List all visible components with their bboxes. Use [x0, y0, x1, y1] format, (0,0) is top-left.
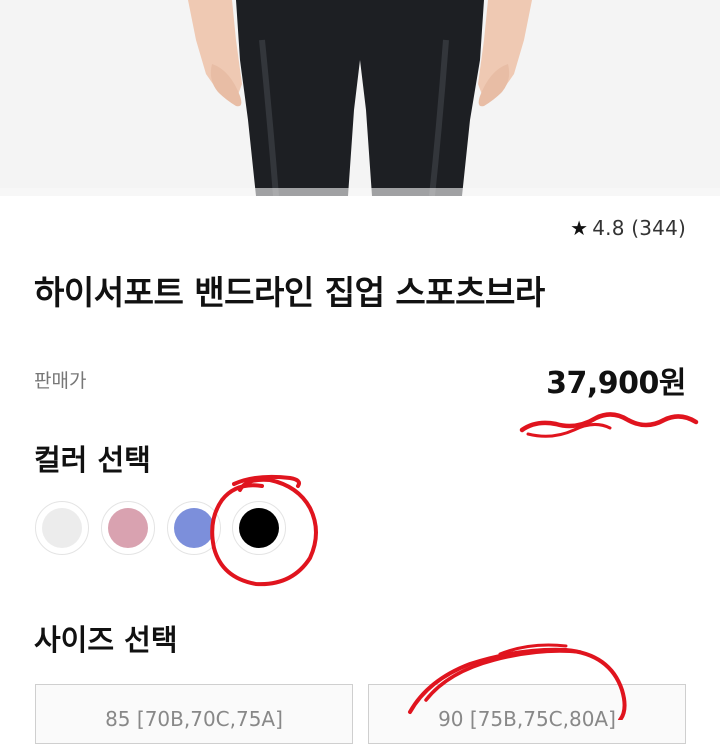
- color-swatch-white[interactable]: [35, 501, 89, 555]
- product-price: 37,900원: [546, 366, 686, 401]
- star-icon: ★: [570, 216, 589, 240]
- size-section-title: 사이즈 선택: [34, 623, 178, 657]
- price-underline-squiggle-2: [526, 423, 612, 438]
- size-option-90[interactable]: 90 [75B,75C,80A]: [368, 684, 686, 744]
- rating: ★ 4.8 (344): [570, 216, 686, 240]
- swatch-dot: [108, 508, 148, 548]
- product-image: [0, 0, 720, 196]
- size-option-85[interactable]: 85 [70B,70C,75A]: [35, 684, 353, 744]
- rating-value: 4.8: [592, 216, 625, 240]
- swatch-dot: [239, 508, 279, 548]
- size-option-label: 85 [70B,70C,75A]: [105, 707, 283, 731]
- product-title: 하이서포트 밴드라인 집업 스포츠브라: [34, 273, 545, 312]
- review-count: (344): [631, 216, 686, 240]
- color-circle-mark-top: [232, 474, 301, 488]
- color-swatch-black[interactable]: [232, 501, 286, 555]
- color-section-title: 컬러 선택: [34, 443, 151, 477]
- color-swatch-blue[interactable]: [167, 501, 221, 555]
- model-legs-illustration: [0, 0, 720, 196]
- color-swatch-pink[interactable]: [101, 501, 155, 555]
- size-option-label: 90 [75B,75C,80A]: [438, 707, 616, 731]
- price-underline-squiggle: [519, 412, 699, 433]
- swatch-dot: [174, 508, 214, 548]
- swatch-dot: [42, 508, 82, 548]
- price-label: 판매가: [34, 370, 87, 392]
- size-circle-mark-3: [498, 643, 568, 656]
